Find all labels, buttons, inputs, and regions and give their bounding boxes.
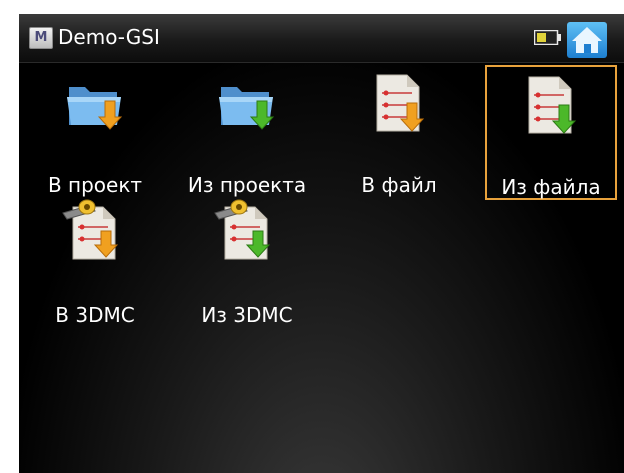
app-window: M Demo-GSI В проект Из проекта В файл Из…: [19, 14, 624, 473]
file-export-icon: [528, 76, 577, 134]
home-button[interactable]: [567, 22, 607, 58]
tile-label: В файл: [361, 173, 437, 197]
tile-import-to-3dmc[interactable]: В 3DMC: [29, 193, 161, 328]
folder-export-icon: [219, 87, 275, 130]
tile-export-from-file[interactable]: Из файла: [485, 65, 617, 200]
battery-icon: [534, 30, 561, 45]
3dmc-export-icon: [214, 199, 271, 260]
3dmc-import-icon: [62, 199, 119, 260]
tile-import-to-file[interactable]: В файл: [333, 63, 465, 198]
content-area: В проект Из проекта В файл Из файла В 3D…: [19, 63, 624, 473]
home-icon: [572, 27, 602, 53]
tile-import-to-project[interactable]: В проект: [29, 63, 161, 198]
tile-export-from-3dmc[interactable]: Из 3DMC: [181, 193, 313, 328]
file-import-icon: [376, 74, 425, 132]
app-logo-icon: M: [29, 27, 53, 49]
tile-label: Из файла: [501, 175, 601, 199]
window-title: Demo-GSI: [58, 25, 160, 49]
tile-label: В 3DMC: [55, 303, 135, 327]
tile-export-from-project[interactable]: Из проекта: [181, 63, 313, 198]
title-bar: M Demo-GSI: [19, 14, 624, 63]
folder-import-icon: [67, 87, 123, 130]
tile-label: Из 3DMC: [201, 303, 293, 327]
